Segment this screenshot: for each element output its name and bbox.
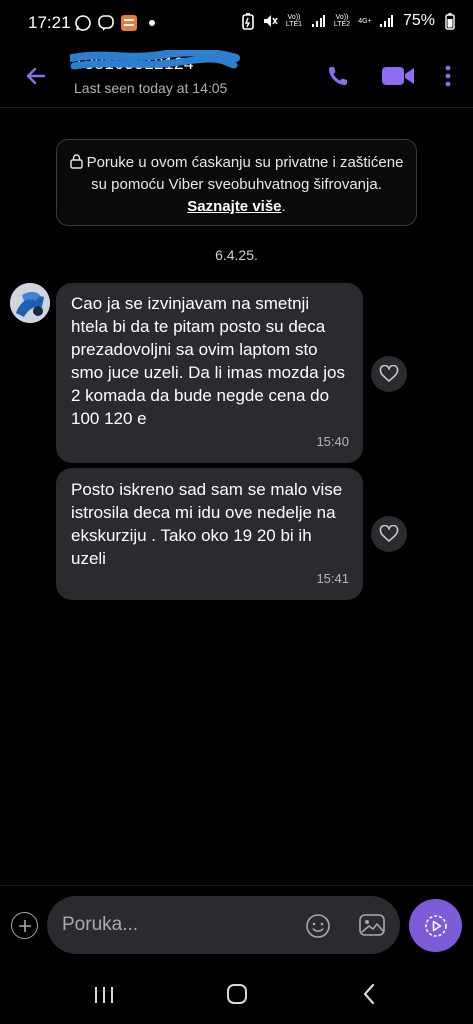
home-button[interactable] xyxy=(223,980,251,1008)
emoji-icon xyxy=(306,914,330,938)
whatsapp-icon xyxy=(74,14,92,32)
message-bubble[interactable]: Posto iskreno sad sam se malo vise istro… xyxy=(56,468,363,600)
date-divider: 6.4.25. xyxy=(215,247,258,263)
attach-button[interactable] xyxy=(11,912,38,939)
recents-button[interactable] xyxy=(90,982,118,1008)
like-button[interactable] xyxy=(371,356,407,392)
emoji-button[interactable] xyxy=(304,912,332,940)
battery-saver-icon xyxy=(239,12,257,30)
back-button[interactable] xyxy=(20,60,52,92)
chat-header: +38163312124 Last seen today at 14:05 xyxy=(0,46,473,108)
sim2-label: Vo)) LTE2 xyxy=(333,14,351,28)
message-input[interactable] xyxy=(62,912,282,938)
back-arrow-icon xyxy=(26,67,46,85)
app-notification-icon xyxy=(120,14,138,32)
nav-back-icon xyxy=(363,983,375,1005)
call-button[interactable] xyxy=(322,60,354,92)
notification-icons xyxy=(74,14,161,32)
plus-icon xyxy=(18,919,31,932)
like-button[interactable] xyxy=(371,516,407,552)
message-time: 15:41 xyxy=(316,571,349,586)
video-call-button[interactable] xyxy=(379,60,417,92)
signal-icon-1 xyxy=(309,12,327,30)
dot-icon xyxy=(143,14,161,32)
system-nav-bar xyxy=(0,968,473,1024)
message-time: 15:40 xyxy=(316,434,349,449)
encryption-notice: Poruke u ovom ćaskanju su privatne i zaš… xyxy=(56,139,417,226)
status-indicators: Vo)) LTE1 Vo)) LTE2 4G+ 75% xyxy=(239,12,459,30)
composer-divider xyxy=(0,885,473,886)
nav-home-icon xyxy=(227,984,247,1004)
video-camera-icon xyxy=(382,67,414,85)
message-composer xyxy=(47,896,400,954)
battery-icon xyxy=(441,12,459,30)
learn-more-link[interactable]: Saznajte više xyxy=(187,198,281,215)
heart-icon xyxy=(379,525,399,542)
status-bar: 17:21 Vo)) LTE1 Vo)) LTE2 4G+ 75% xyxy=(0,0,473,46)
sim1-label: Vo)) LTE1 xyxy=(285,14,303,28)
more-options-button[interactable] xyxy=(436,60,460,92)
send-icon xyxy=(424,914,447,937)
more-vert-icon xyxy=(445,65,451,87)
phone-icon xyxy=(329,67,347,85)
system-back-button[interactable] xyxy=(355,980,383,1008)
lock-icon xyxy=(69,154,83,169)
message-text: Posto iskreno sad sam se malo vise istro… xyxy=(71,480,343,568)
nav-recents-icon xyxy=(95,987,113,1003)
signal-icon-2 xyxy=(377,12,395,30)
avatar[interactable] xyxy=(10,283,50,323)
message-text: Cao ja se izvinjavam na smetnji htela bi… xyxy=(71,294,345,428)
gallery-icon xyxy=(359,914,385,936)
mute-icon xyxy=(261,12,279,30)
heart-icon xyxy=(379,365,399,382)
encryption-notice-text: Poruke u ovom ćaskanju su privatne i zaš… xyxy=(86,154,404,193)
gallery-button[interactable] xyxy=(357,911,387,939)
voice-send-button[interactable] xyxy=(409,899,462,952)
battery-percent: 75% xyxy=(402,12,435,29)
viber-icon xyxy=(97,14,115,32)
last-seen-status: Last seen today at 14:05 xyxy=(74,80,228,96)
message-bubble[interactable]: Cao ja se izvinjavam na smetnji htela bi… xyxy=(56,283,363,463)
status-time: 17:21 xyxy=(28,13,71,32)
avatar-image xyxy=(10,283,50,323)
redaction-scribble xyxy=(70,50,240,70)
contact-name-container[interactable]: +38163312124 xyxy=(70,50,240,74)
network-type: 4G+ xyxy=(358,17,372,25)
